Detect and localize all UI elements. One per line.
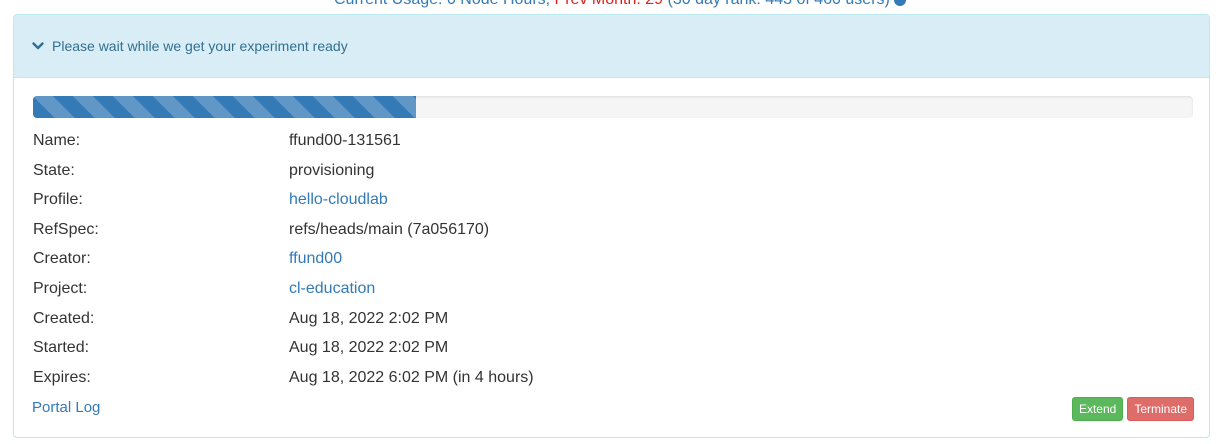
refspec-value: refs/heads/main (7a056170): [289, 220, 490, 238]
profile-label: Profile:: [33, 191, 83, 209]
extend-button[interactable]: Extend: [1071, 397, 1124, 421]
creator-link[interactable]: ffund00: [289, 250, 342, 267]
panel-heading: Please wait while we get your experiment…: [14, 15, 1209, 78]
created-label: Created:: [33, 309, 95, 327]
usage-summary: Current Usage: 0 Node Hours, Prev Month:…: [334, 0, 906, 10]
usage-rank: (30 day rank: 443 of 460 users): [663, 0, 889, 8]
profile-link[interactable]: hello-cloudlab: [289, 191, 388, 208]
info-row-name: Name: ffund00-131561: [33, 126, 534, 156]
info-row-started: Started: Aug 18, 2022 2:02 PM: [33, 333, 534, 363]
name-value: ffund00-131561: [289, 132, 401, 149]
chevron-down-icon: [32, 42, 44, 50]
name-label: Name:: [33, 132, 81, 149]
progress-bar-fill: [33, 96, 416, 118]
usage-prefix: Current Usage: 0 Node Hours,: [334, 0, 555, 8]
experiment-status-panel: Please wait while we get your experiment…: [13, 14, 1210, 438]
project-link[interactable]: cl-education: [289, 280, 375, 297]
info-row-state: State: provisioning: [33, 156, 534, 186]
created-value: Aug 18, 2022 2:02 PM: [289, 309, 449, 327]
terminate-button[interactable]: Terminate: [1127, 397, 1194, 421]
info-row-created: Created: Aug 18, 2022 2:02 PM: [33, 304, 534, 334]
expires-value: Aug 18, 2022 6:02 PM (in 4 hours): [289, 368, 534, 386]
prev-month-usage: Prev Month: 29: [555, 0, 664, 8]
action-buttons: Extend Terminate: [1071, 397, 1194, 421]
panel-heading-text: Please wait while we get your experiment…: [52, 38, 348, 54]
info-row-refspec: RefSpec: refs/heads/main (7a056170): [33, 215, 534, 245]
progress-bar-track: [33, 96, 1193, 118]
refspec-label: RefSpec:: [33, 220, 99, 238]
info-row-creator: Creator: ffund00: [33, 244, 534, 274]
info-icon[interactable]: [893, 0, 906, 6]
experiment-info-table: Name: ffund00-131561 State: provisioning…: [33, 126, 534, 392]
portal-log-link[interactable]: Portal Log: [32, 399, 100, 416]
state-label: State:: [33, 161, 75, 179]
creator-label: Creator:: [33, 250, 91, 268]
state-value: provisioning: [289, 161, 375, 179]
collapse-toggle[interactable]: Please wait while we get your experiment…: [32, 38, 348, 54]
project-label: Project:: [33, 279, 88, 297]
info-row-profile: Profile: hello-cloudlab: [33, 185, 534, 215]
started-value: Aug 18, 2022 2:02 PM: [289, 339, 449, 357]
info-row-expires: Expires: Aug 18, 2022 6:02 PM (in 4 hour…: [33, 363, 534, 393]
info-row-project: Project: cl-education: [33, 274, 534, 304]
started-label: Started:: [33, 339, 90, 357]
expires-label: Expires:: [33, 368, 91, 386]
